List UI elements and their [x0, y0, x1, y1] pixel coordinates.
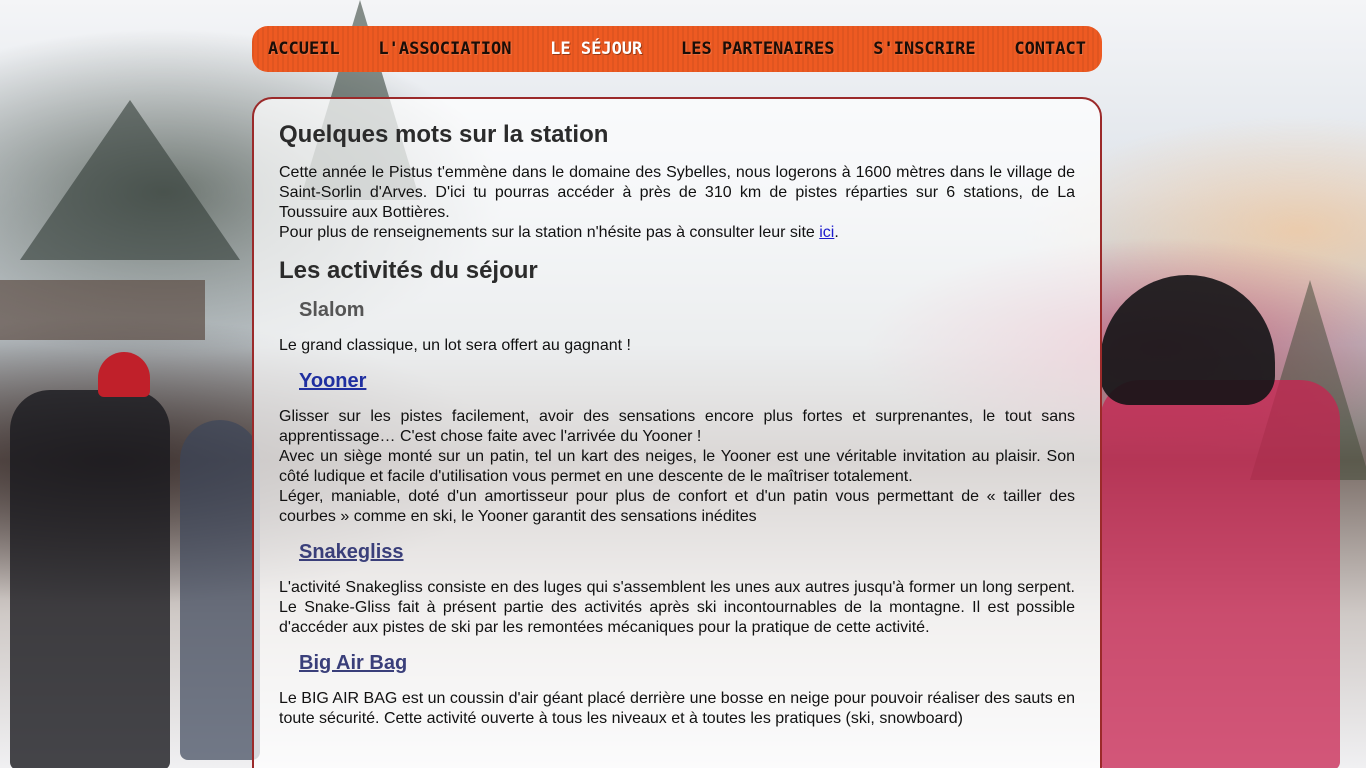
activity-title-snakegliss: Snakegliss — [299, 541, 1075, 564]
nav-association[interactable]: L'ASSOCIATION — [378, 39, 511, 59]
station-title: Quelques mots sur la station — [279, 121, 609, 148]
station-text: Cette année le Pistus t'emmène dans le d… — [279, 164, 1075, 221]
station-info-end: . — [834, 224, 839, 241]
station-site-link[interactable]: ici — [819, 224, 834, 241]
snakegliss-link[interactable]: Snakegliss — [299, 541, 404, 563]
content-panel: Quelques mots sur la station Cette année… — [252, 97, 1102, 768]
nav-sinscrire[interactable]: S'INSCRIRE — [873, 39, 975, 59]
activity-text-snakegliss: L'activité Snakegliss consiste en des lu… — [279, 579, 1075, 636]
yooner-text-1: Glisser sur les pistes facilement, avoir… — [279, 408, 1075, 445]
station-info-text: Pour plus de renseignements sur la stati… — [279, 224, 820, 241]
activity-text-slalom: Le grand classique, un lot sera offert a… — [279, 337, 631, 354]
main-navigation: ACCUEIL L'ASSOCIATION LE SÉJOUR LES PART… — [252, 26, 1102, 72]
nav-contact[interactable]: CONTACT — [1014, 39, 1086, 59]
nav-accueil[interactable]: ACCUEIL — [268, 39, 340, 59]
activities-title: Les activités du séjour — [279, 257, 538, 284]
activity-text-yooner: Glisser sur les pistes facilement, avoir… — [279, 407, 1075, 527]
nav-partenaires[interactable]: LES PARTENAIRES — [681, 39, 835, 59]
big-air-bag-link[interactable]: Big Air Bag — [299, 652, 407, 674]
yooner-text-3: Léger, maniable, doté d'un amortisseur p… — [279, 488, 1075, 525]
yooner-link[interactable]: Yooner — [299, 370, 366, 392]
activity-title-big-air-bag: Big Air Bag — [299, 652, 1075, 675]
station-paragraph: Cette année le Pistus t'emmène dans le d… — [279, 163, 1075, 243]
activity-title-yooner: Yooner — [299, 370, 1075, 393]
yooner-text-2: Avec un siège monté sur un patin, tel un… — [279, 448, 1075, 485]
activity-title-slalom: Slalom — [299, 299, 365, 321]
activity-text-big-air-bag: Le BIG AIR BAG est un coussin d'air géan… — [279, 690, 1075, 727]
nav-le-sejour[interactable]: LE SÉJOUR — [550, 39, 642, 59]
